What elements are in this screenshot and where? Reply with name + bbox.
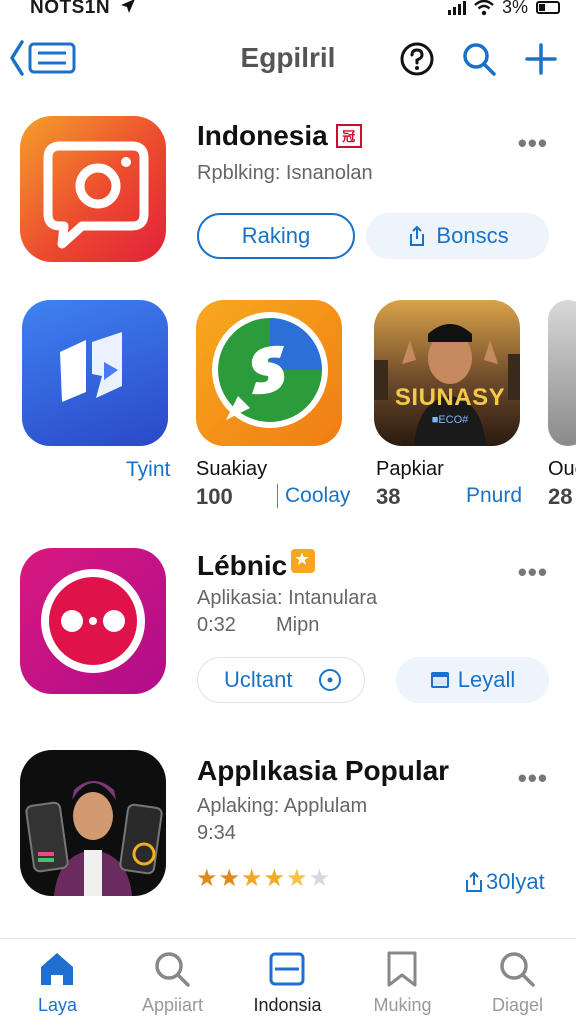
tile-suakiay-count: 100	[196, 484, 233, 509]
app-extra: Mipn	[276, 614, 320, 636]
flag-badge-icon: 冠	[335, 124, 362, 148]
folded-logo-icon	[60, 332, 122, 402]
search-icon	[500, 952, 535, 987]
poster-banner-sub: ■ECO#	[431, 414, 469, 426]
app-name: Indonesia 冠	[197, 120, 362, 152]
bonscs-button[interactable]: Bonscs	[366, 213, 549, 259]
search-icon	[155, 952, 190, 987]
tile-oue-count: 28	[548, 484, 573, 509]
app-subtitle: Rpblking: Isnanolan	[197, 162, 373, 184]
app-subtitle: Aplaking: Applulam	[197, 795, 368, 817]
tile-tyint[interactable]	[22, 300, 168, 446]
calendar-icon	[430, 672, 449, 688]
share-icon	[466, 871, 482, 892]
info-circle-icon	[319, 669, 341, 691]
raking-button[interactable]: Raking	[197, 213, 355, 259]
star-icon: ★	[308, 865, 331, 892]
tile-suakiay-name: Suakiay	[196, 458, 268, 480]
app-row-indonesia: Indonesia 冠 ••• Rpblking: Isnanolan Rakin…	[0, 110, 576, 280]
home-icon	[41, 953, 73, 985]
tile-papkiar[interactable]: SIUNASY ■ECO#	[374, 300, 520, 446]
tile-suakiay[interactable]	[196, 300, 342, 446]
app-row-popular: Applıkasia Popular ••• Aplaking: Applula…	[0, 745, 576, 915]
battery-icon	[536, 1, 560, 14]
share-icon	[410, 225, 425, 246]
bookmark-icon	[387, 951, 417, 987]
help-icon[interactable]	[398, 40, 436, 78]
signal-icon	[447, 0, 466, 15]
star-icon: ★	[241, 865, 263, 892]
tile-suakiay-link[interactable]: Coolay	[285, 484, 350, 508]
chat-camera-icon	[43, 141, 149, 249]
tile-oue-name: Oue	[548, 458, 576, 480]
window-icon	[269, 952, 305, 986]
tab-laya[interactable]: Laya	[0, 939, 115, 1025]
person-phones-icon	[25, 781, 163, 896]
battery-percent: 3%	[501, 0, 528, 17]
featured-tiles-row: Tyint Suakiay 100 Coolay SIUNASY ■ECO# P…	[0, 300, 576, 510]
app-name: Applıkasia Popular	[197, 755, 450, 786]
nav-bar: Egpilril	[0, 28, 576, 90]
app-time: 0:32	[197, 614, 236, 636]
app-subtitle: Aplikasia: Intanulara	[197, 587, 378, 609]
add-icon[interactable]	[522, 40, 560, 78]
star-icon: ★	[263, 865, 286, 892]
record-dots-icon	[41, 569, 145, 673]
divider	[277, 484, 278, 508]
location-arrow-icon	[120, 0, 135, 13]
app-row-lebnic: Lébnic ••• Aplikasia: Intanulara 0:32 Mi…	[0, 545, 576, 715]
tile-papkiar-link[interactable]: Pnurd	[466, 484, 522, 508]
tab-muking[interactable]: Muking	[345, 939, 460, 1025]
tile-papkiar-name: Papkiar	[376, 458, 444, 480]
person-phones-app-icon[interactable]	[20, 750, 166, 896]
tab-indonsia[interactable]: Indonsia	[230, 939, 345, 1025]
more-options-icon[interactable]: •••	[518, 557, 548, 588]
status-right: 3%	[447, 0, 560, 18]
leyall-button[interactable]: Leyall	[396, 657, 549, 703]
tab-bar: Laya Appiiart Indonsia Muking Diagel	[0, 938, 576, 1025]
star-rating: ★ ★ ★ ★ ★ ★	[196, 867, 330, 891]
ucltant-button[interactable]: Ucltant	[197, 657, 365, 703]
download-count[interactable]: 30lyat	[464, 869, 545, 895]
app-time: 9:34	[197, 822, 236, 844]
more-options-icon[interactable]: •••	[518, 128, 548, 159]
back-list-icon[interactable]	[8, 38, 78, 78]
poster-banner: SIUNASY	[394, 384, 506, 411]
star-icon: ★	[196, 865, 218, 892]
tile-oue[interactable]	[548, 300, 576, 446]
star-badge-icon	[291, 549, 316, 573]
record-app-icon[interactable]	[20, 548, 166, 694]
search-icon[interactable]	[460, 40, 498, 78]
tab-appiiart[interactable]: Appiiart	[115, 939, 230, 1025]
tile-tyint-link[interactable]: Tyint	[126, 458, 170, 482]
star-icon: ★	[218, 865, 241, 892]
tile-papkiar-count: 38	[376, 484, 401, 509]
more-options-icon[interactable]: •••	[518, 763, 548, 794]
wifi-icon	[474, 0, 494, 15]
chat-camera-app-icon[interactable]	[20, 116, 166, 262]
status-bar: NOTS1N 3%	[0, 0, 576, 20]
tab-diagel[interactable]: Diagel	[460, 939, 575, 1025]
s-bubble-icon	[212, 312, 328, 428]
star-icon: ★	[286, 865, 308, 892]
status-carrier: NOTS1N	[30, 0, 136, 19]
app-name: Lébnic	[197, 549, 316, 582]
